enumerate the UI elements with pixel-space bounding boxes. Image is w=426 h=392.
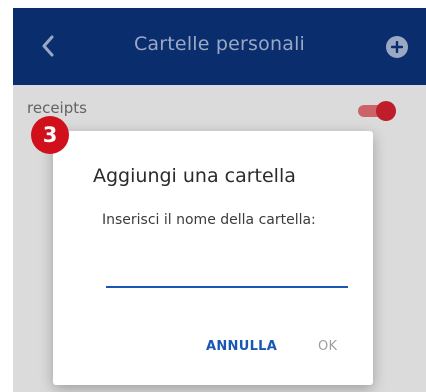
cancel-button[interactable]: ANNULLA [206,339,277,354]
page-title: Cartelle personali [133,33,306,55]
folder-name-input[interactable] [106,256,348,288]
app-bar: Cartelle personali [13,8,426,85]
add-folder-dialog: Aggiungi una cartella Inserisci il nome … [53,131,373,385]
dialog-message: Inserisci il nome della cartella: [102,212,316,228]
add-folder-button[interactable] [386,36,408,58]
step-number-badge: 3 [31,116,69,154]
dialog-title: Aggiungi una cartella [93,165,296,187]
app-screen: Cartelle personali receipts Aggiungi una… [13,8,426,392]
ok-button[interactable]: OK [318,339,337,354]
plus-circle-icon [391,41,403,53]
